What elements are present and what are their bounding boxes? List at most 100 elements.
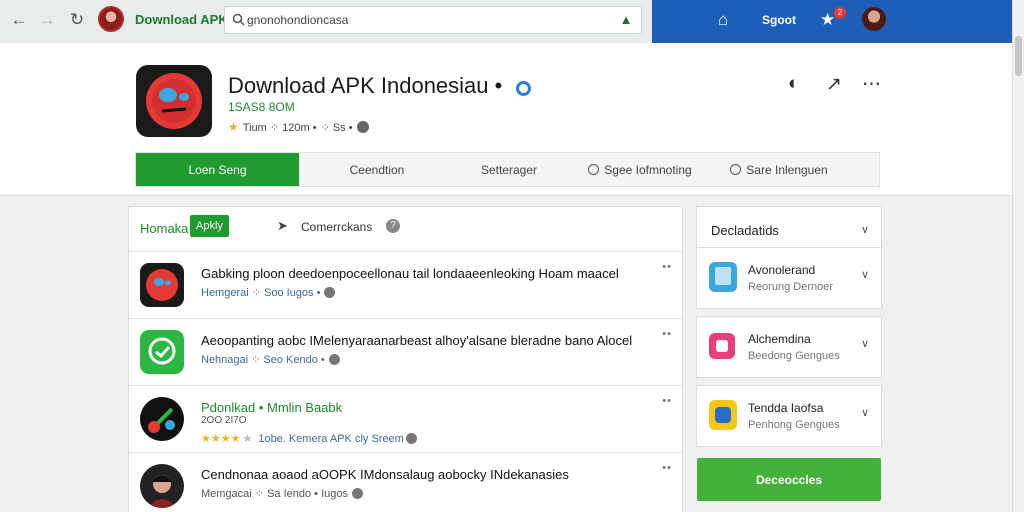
red-bot-icon <box>140 263 184 307</box>
more-options-icon[interactable]: •• <box>662 462 672 474</box>
tab-0[interactable]: Loen Seng <box>136 153 299 186</box>
help-icon[interactable]: ? <box>386 219 400 233</box>
reload-icon[interactable]: ↻ <box>66 9 88 31</box>
list-item-meta: Hemgerai ⁘ Soo Iugos • <box>201 286 336 299</box>
phone-icon <box>709 262 737 292</box>
tab-label: Sare Inlenguen <box>746 162 828 177</box>
list-header: Homaka Apkly ➤ Comerrckans ? <box>129 207 682 252</box>
list-item-meta-text: Memgacai ⁘ Sa Iendo • Iugos <box>201 488 348 500</box>
pin-icon: ➤ <box>277 218 288 233</box>
tab-2[interactable]: Setterager <box>455 153 563 186</box>
green-chat-icon <box>140 330 184 374</box>
more-options-icon[interactable]: ⋯ <box>862 73 881 96</box>
user-avatar[interactable] <box>862 7 886 31</box>
forward-arrow-icon[interactable]: → <box>36 9 58 31</box>
globe-icon <box>356 121 369 133</box>
app-users-text: ⁘ Ss • <box>320 121 353 134</box>
tab-1[interactable]: Ceendtion <box>299 153 455 186</box>
list-item-meta-text: Nehnagai ⁘ Seo Kendo • <box>201 354 325 366</box>
sidebar-card-title: Alchemdina <box>748 332 811 346</box>
sidebar-card-title: Tendda Iaofsa <box>748 401 824 415</box>
sidebar-card[interactable]: Alchemdina Beedong Gengues ∨ <box>696 316 882 378</box>
tag-icon <box>588 164 600 175</box>
download-list: Homaka Apkly ➤ Comerrckans ? Gabking plo… <box>128 206 683 512</box>
account-label[interactable]: Sgoot <box>762 13 796 27</box>
tab-bar: Loen Seng Ceendtion Setterager Sgee Iofm… <box>135 152 880 187</box>
more-options-icon[interactable]: •• <box>662 395 672 407</box>
list-item-meta-text: Hemgerai ⁘ Soo Iugos • <box>201 287 321 299</box>
more-options-icon[interactable]: •• <box>662 328 672 340</box>
tab-label: Setterager <box>480 162 538 177</box>
list-item-meta: Memgacai ⁘ Sa Iendo • Iugos <box>201 487 363 500</box>
search-input[interactable] <box>247 10 607 30</box>
list-item[interactable]: Aeoopanting aobc IMelenyaraanarbeast alh… <box>129 319 682 386</box>
chevron-down-icon[interactable]: ∨ <box>861 406 869 419</box>
sidebar-card[interactable]: Tendda Iaofsa Penhong Gengues ∨ <box>696 385 882 447</box>
sidebar-card-title: Avonolerand <box>748 263 816 277</box>
list-item-title-suffix: • Mmlin Baabk <box>258 400 343 415</box>
app-rating-text: Tium ⁘ 120m • <box>242 121 317 134</box>
app-title: Download APK Indonesiau • <box>228 73 503 98</box>
tab-label: Sgee Iofmnoting <box>604 162 692 177</box>
sidebar-download-button[interactable]: Deceoccles <box>697 458 881 501</box>
sidebar-card-sub: Reorung Dernoer <box>748 281 833 293</box>
globe-icon <box>351 488 363 499</box>
notification-badge: 2 <box>834 7 846 19</box>
list-item[interactable]: Cendnonaa aoaod aOOPK IMdonsalaug aobock… <box>129 453 682 512</box>
verified-icon <box>516 81 531 96</box>
person-avatar <box>140 464 184 508</box>
back-arrow-icon[interactable]: ← <box>8 9 30 31</box>
home-icon[interactable]: ⌂ <box>718 10 728 30</box>
yellow-app-icon <box>709 400 737 430</box>
more-options-icon[interactable]: •• <box>662 261 672 273</box>
site-avatar[interactable] <box>98 6 124 32</box>
star-icon: ★★★★ <box>201 433 241 445</box>
rating-stars: ★★★★ ★ 1obe. Kemera APK cly Sreem <box>201 432 417 445</box>
app-subtitle: 1SAS8 8OM <box>228 100 295 114</box>
dark-orbit-icon <box>140 397 184 441</box>
sidebar-card-sub: Beedong Gengues <box>748 350 840 362</box>
notifications-icon[interactable]: ★ <box>820 10 835 30</box>
share-icon[interactable]: ↗ <box>826 73 842 96</box>
list-item-title[interactable]: Aeoopanting aobc IMelenyaraanarbeast alh… <box>201 333 632 348</box>
globe-icon <box>324 287 336 298</box>
star-icon: ★ <box>228 120 239 134</box>
pink-app-icon <box>709 333 735 359</box>
tab-label: Loen Seng <box>188 162 247 177</box>
tab-3[interactable]: Sgee Iofmnoting <box>563 153 717 186</box>
list-item-title[interactable]: Gabking ploon deedoenpoceellonau tail lo… <box>201 266 619 281</box>
app-logo <box>136 65 212 137</box>
star-empty-icon: ★ <box>242 433 253 445</box>
sidebar-title: Decladatids <box>711 223 779 238</box>
list-header-label[interactable]: Homaka <box>140 221 188 236</box>
search-bar[interactable]: ▲ <box>224 6 642 34</box>
site-name[interactable]: Download APK <box>135 12 228 27</box>
sidebar-card[interactable]: Avonolerand Reorung Dernoer ∨ <box>696 247 882 309</box>
list-item-title[interactable]: Pdonlkad • Mmlin Baabk <box>201 400 342 415</box>
scrollbar-thumb[interactable] <box>1015 36 1022 76</box>
app-meta: ★ Tium ⁘ 120m • ⁘ Ss • <box>228 120 369 134</box>
chevron-down-icon[interactable]: ∨ <box>861 268 869 281</box>
chevron-down-icon[interactable]: ∨ <box>861 223 869 236</box>
page-scrollbar[interactable] <box>1012 0 1024 512</box>
globe-icon <box>405 433 417 444</box>
info-icon <box>730 164 742 175</box>
chevron-down-icon[interactable]: ∨ <box>861 337 869 350</box>
history-icon[interactable]: ◐ <box>788 73 799 95</box>
apk-chip[interactable]: Apkly <box>190 215 229 237</box>
list-item-title[interactable]: Cendnonaa aoaod aOOPK IMdonsalaug aobock… <box>201 467 569 482</box>
comments-label[interactable]: Comerrckans <box>301 220 372 234</box>
list-item-meta-text: 1obe. Kemera APK cly Sreem <box>258 432 404 445</box>
list-item-meta: Nehnagai ⁘ Seo Kendo • <box>201 353 340 366</box>
sidebar-card-sub: Penhong Gengues <box>748 419 840 431</box>
search-icon <box>232 13 245 26</box>
scan-icon[interactable]: ▲ <box>617 12 635 30</box>
list-item-version: 2OO 2I7O <box>201 415 247 426</box>
tab-label: Ceendtion <box>349 162 405 177</box>
list-item-title-text: Pdonlkad <box>201 400 256 415</box>
list-item[interactable]: Gabking ploon deedoenpoceellonau tail lo… <box>129 252 682 319</box>
app-header: Download APK Indonesiau • 1SAS8 8OM ★ Ti… <box>0 43 1012 196</box>
tab-4[interactable]: Sare Inlenguen <box>717 153 841 186</box>
list-item[interactable]: Pdonlkad • Mmlin Baabk 2OO 2I7O ★★★★ ★ 1o… <box>129 386 682 453</box>
globe-icon <box>328 354 340 365</box>
